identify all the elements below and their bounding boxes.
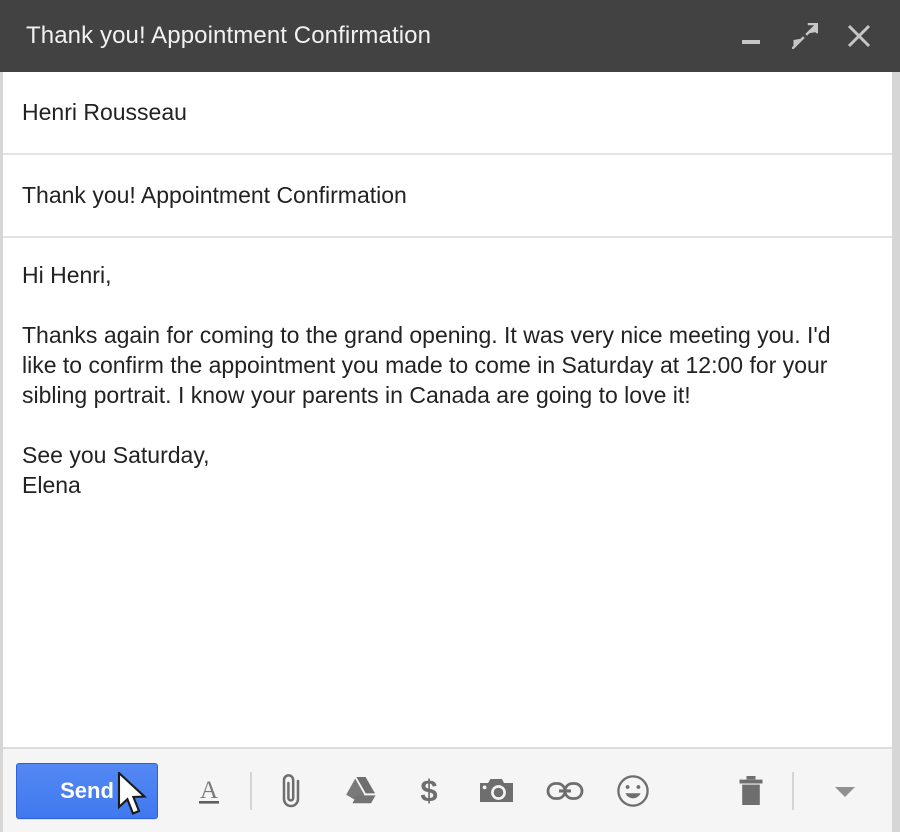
discard-draft-icon [739,775,763,805]
expand-button[interactable] [788,19,822,53]
message-body-value: Hi Henri, Thanks again for coming to the… [22,262,831,498]
insert-emoji-icon [617,774,649,807]
minimize-button[interactable] [734,19,768,53]
more-options-icon [835,786,855,797]
expand-icon [792,23,818,49]
compose-titlebar[interactable]: Thank you! Appointment Confirmation [0,0,900,72]
svg-text:$: $ [420,773,437,808]
attach-file-button[interactable] [266,763,320,819]
titlebar-controls [734,19,882,53]
message-body-field[interactable]: Hi Henri, Thanks again for coming to the… [0,238,900,748]
send-button[interactable]: Send [16,762,158,819]
minimize-icon [742,40,760,44]
formatting-options-icon: A [199,777,219,804]
recipient-value: Henri Rousseau [22,98,187,125]
google-drive-icon [346,776,376,803]
toolbar-divider [250,771,252,810]
insert-emoji-button[interactable] [606,763,660,819]
insert-link-icon [546,781,584,800]
formatting-options-button[interactable]: A [182,763,236,819]
compose-window: Thank you! Appointment Confirmation Henr… [0,0,900,832]
insert-money-icon: $ [420,773,437,808]
svg-text:A: A [200,777,218,804]
compose-title: Thank you! Appointment Confirmation [26,24,432,48]
google-drive-button[interactable] [334,763,388,819]
attach-file-icon [282,773,300,807]
insert-link-button[interactable] [538,763,592,819]
recipient-field[interactable]: Henri Rousseau [0,72,900,155]
close-icon [847,24,871,48]
insert-photo-icon [480,778,513,802]
toolbar-divider [792,771,794,810]
subject-field[interactable]: Thank you! Appointment Confirmation [0,155,900,238]
more-options-button[interactable] [818,763,872,819]
discard-draft-button[interactable] [724,763,778,819]
compose-toolbar: Send A $ [0,748,900,832]
insert-photo-button[interactable] [470,763,524,819]
close-button[interactable] [842,19,876,53]
subject-value: Thank you! Appointment Confirmation [22,181,407,208]
insert-money-button[interactable]: $ [402,763,456,819]
